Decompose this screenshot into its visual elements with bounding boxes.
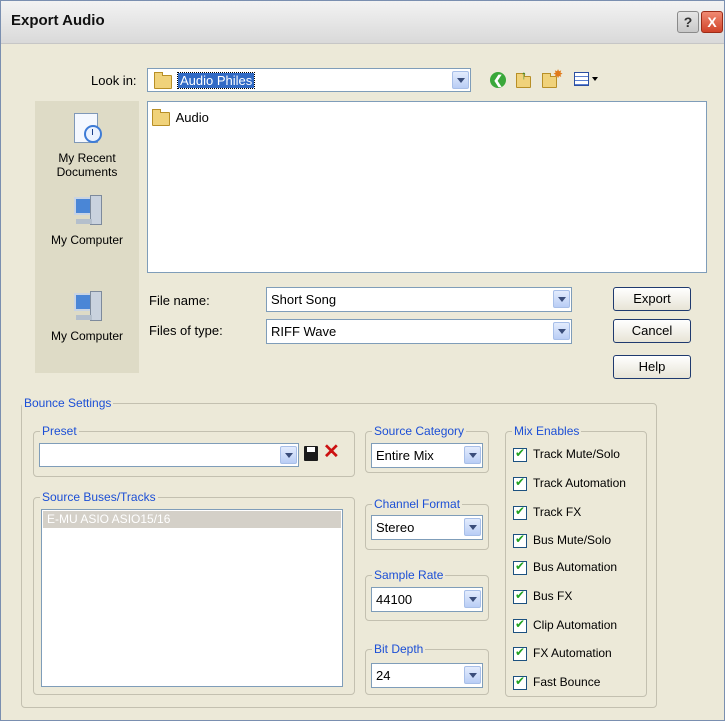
chevron-down-icon[interactable] <box>553 322 570 340</box>
checkbox-label: Track FX <box>533 505 582 519</box>
my-computer-icon <box>68 289 106 325</box>
file-list[interactable]: Audio <box>147 101 707 273</box>
help-title-button[interactable]: ? <box>677 11 699 33</box>
export-audio-dialog: Export Audio ? X Look in: Audio Philes ❮… <box>0 0 725 721</box>
channel-format-select[interactable]: Stereo <box>371 515 483 540</box>
checkbox-label: Clip Automation <box>533 618 618 632</box>
checkbox-label: Track Automation <box>533 476 626 490</box>
my-computer-icon <box>68 193 106 229</box>
chevron-down-icon[interactable] <box>452 71 469 89</box>
place-label: Documents <box>56 165 118 179</box>
chevron-down-icon[interactable] <box>464 446 481 464</box>
bit-depth-select[interactable]: 24 <box>371 663 483 688</box>
up-folder-icon[interactable]: ↑ <box>516 68 532 88</box>
checkbox-0[interactable] <box>513 446 527 462</box>
chevron-down-icon[interactable] <box>280 446 297 464</box>
place-my-computer[interactable]: My Computer <box>35 289 139 343</box>
checkbox-8[interactable] <box>513 674 527 690</box>
file-type-value: RIFF Wave <box>271 324 337 339</box>
file-name-field[interactable]: Short Song <box>266 287 572 312</box>
checkbox-2[interactable] <box>513 504 527 520</box>
checkbox-5[interactable] <box>513 588 527 604</box>
new-folder-icon[interactable]: ✸ <box>542 67 563 88</box>
checkbox-1[interactable] <box>513 475 527 491</box>
preset-select[interactable] <box>39 443 299 467</box>
source-buses-label: Source Buses/Tracks <box>40 490 158 504</box>
chevron-down-icon[interactable] <box>464 590 481 608</box>
checkbox-label: Bus Automation <box>533 560 618 574</box>
checkbox-7[interactable] <box>513 645 527 661</box>
sample-rate-value: 44100 <box>376 592 413 607</box>
list-item[interactable]: Audio <box>152 108 209 126</box>
place-label: My Computer <box>50 233 124 247</box>
look-in-select[interactable]: Audio Philes <box>147 68 471 92</box>
source-category-value: Entire Mix <box>376 448 434 463</box>
file-name-label: File name: <box>149 293 210 308</box>
chevron-down-icon[interactable] <box>464 666 481 684</box>
window-title: Export Audio <box>11 12 105 29</box>
title-bar: Export Audio ? X <box>1 1 724 44</box>
checkbox-label: Bus Mute/Solo <box>533 533 612 547</box>
file-name-value: Short Song <box>271 292 337 307</box>
export-button[interactable]: Export <box>613 287 691 311</box>
checkbox-3[interactable] <box>513 532 527 548</box>
checkbox-label: Fast Bounce <box>533 675 601 689</box>
look-in-label: Look in: <box>91 73 137 88</box>
source-buses-list[interactable]: E-MU ASIO ASIO15/16 <box>41 509 343 687</box>
folder-icon <box>154 72 172 89</box>
file-type-label: Files of type: <box>149 323 223 338</box>
delete-preset-icon[interactable]: ✕ <box>323 441 340 463</box>
sample-rate-label: Sample Rate <box>372 568 446 582</box>
checkbox-6[interactable] <box>513 617 527 633</box>
source-category-select[interactable]: Entire Mix <box>371 443 483 468</box>
place-my-computer[interactable]: My Computer <box>35 193 139 247</box>
view-menu-icon[interactable] <box>574 71 600 88</box>
help-button[interactable]: Help <box>613 355 691 379</box>
checkbox-4[interactable] <box>513 559 527 575</box>
chevron-down-icon[interactable] <box>553 290 570 308</box>
close-button[interactable]: X <box>701 11 723 33</box>
bit-depth-value: 24 <box>376 668 391 683</box>
mix-enables-label: Mix Enables <box>512 424 582 438</box>
place-label: My Computer <box>50 329 124 343</box>
file-type-select[interactable]: RIFF Wave <box>266 319 572 344</box>
cancel-button[interactable]: Cancel <box>613 319 691 343</box>
sample-rate-select[interactable]: 44100 <box>371 587 483 612</box>
place-recent-documents[interactable]: My Recent Documents <box>35 111 139 179</box>
chevron-down-icon[interactable] <box>464 518 481 536</box>
channel-format-label: Channel Format <box>372 497 463 511</box>
folder-icon <box>152 108 170 126</box>
bounce-settings-label: Bounce Settings <box>22 396 114 410</box>
list-item[interactable]: E-MU ASIO ASIO15/16 <box>43 511 341 528</box>
back-icon[interactable]: ❮ <box>490 72 506 88</box>
places-bar: My Recent Documents My Computer My Compu… <box>35 101 139 373</box>
recent-documents-icon <box>68 111 106 147</box>
checkbox-label: Bus FX <box>533 589 573 603</box>
checkbox-label: Track Mute/Solo <box>533 447 620 461</box>
source-category-label: Source Category <box>372 424 467 438</box>
look-in-value: Audio Philes <box>176 72 256 89</box>
checkbox-label: FX Automation <box>533 646 612 660</box>
channel-format-value: Stereo <box>376 520 415 535</box>
preset-label: Preset <box>40 424 79 438</box>
save-preset-icon[interactable] <box>304 446 318 461</box>
bit-depth-label: Bit Depth <box>372 642 426 656</box>
place-label: My Recent <box>58 151 116 165</box>
list-item-label: Audio <box>175 110 209 125</box>
